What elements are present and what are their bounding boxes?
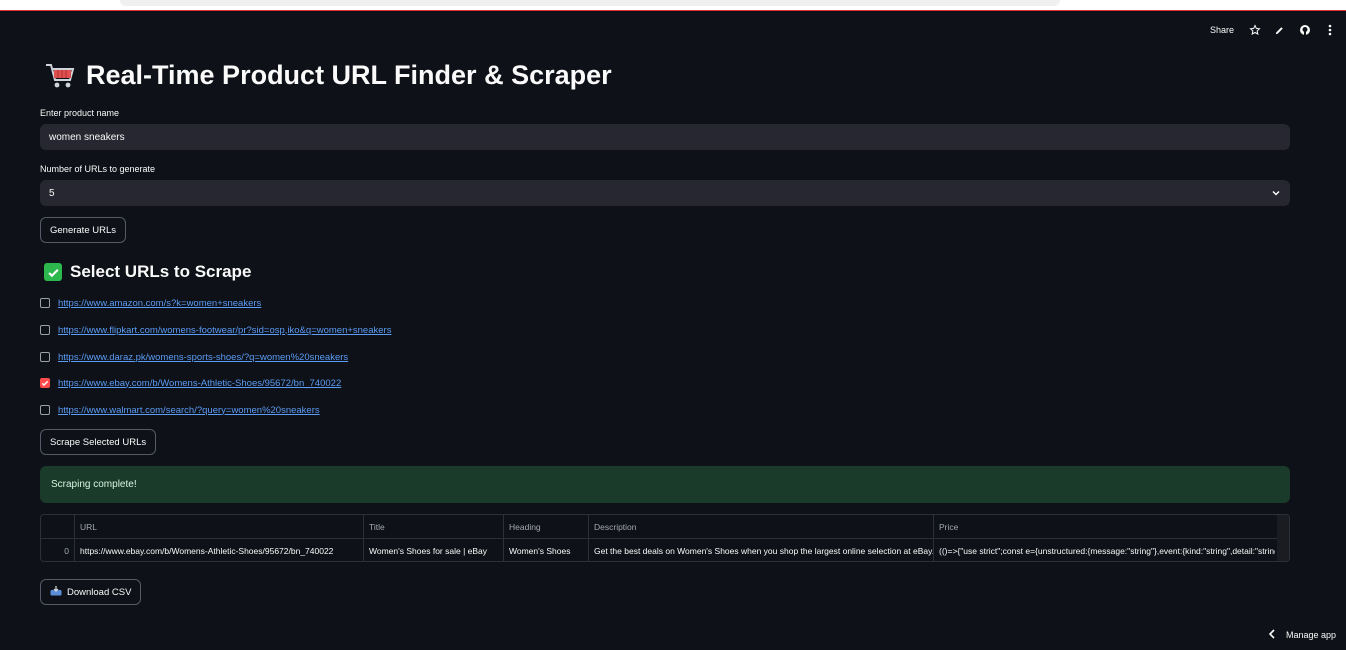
page-title: Real-Time Product URL Finder & Scraper (44, 60, 612, 91)
check-mark-icon (44, 263, 62, 281)
url-option-walmart[interactable]: https://www.walmart.com/search/?query=wo… (40, 403, 320, 417)
select-urls-heading: Select URLs to Scrape (44, 262, 251, 282)
top-toolbar: Share (1210, 22, 1336, 38)
url-link[interactable]: https://www.walmart.com/search/?query=wo… (58, 405, 320, 416)
url-checkbox-checked[interactable] (40, 378, 50, 388)
url-option-daraz[interactable]: https://www.daraz.pk/womens-sports-shoes… (40, 350, 348, 364)
column-header-description[interactable]: Description (589, 515, 934, 539)
url-count-label: Number of URLs to generate (40, 164, 156, 174)
browser-address-bar (120, 0, 1060, 6)
github-icon[interactable] (1298, 24, 1311, 37)
download-csv-button[interactable]: Download CSV (40, 579, 142, 605)
column-header-heading[interactable]: Heading (504, 515, 589, 539)
url-link[interactable]: https://www.daraz.pk/womens-sports-shoes… (58, 352, 348, 363)
url-count-select[interactable]: 5 (40, 180, 1290, 206)
checkmark-icon (41, 380, 49, 387)
url-link[interactable]: https://www.ebay.com/b/Womens-Athletic-S… (58, 378, 341, 389)
url-option-ebay[interactable]: https://www.ebay.com/b/Womens-Athletic-S… (40, 376, 341, 390)
url-checkbox[interactable] (40, 325, 50, 335)
product-name-input[interactable]: women sneakers (40, 124, 1290, 150)
table-row[interactable]: 0 https://www.ebay.com/b/Womens-Athletic… (41, 539, 1289, 561)
row-index: 0 (41, 539, 75, 561)
url-option-amazon[interactable]: https://www.amazon.com/s?k=women+sneaker… (40, 296, 261, 310)
url-option-flipkart[interactable]: https://www.flipkart.com/womens-footwear… (40, 323, 391, 337)
chevron-down-icon (1270, 187, 1282, 199)
share-button[interactable]: Share (1210, 25, 1234, 35)
cell-price[interactable]: (()=>{"use strict";const e={unstructured… (934, 539, 1275, 561)
manage-app-label: Manage app (1285, 630, 1336, 640)
scrape-selected-button[interactable]: Scrape Selected URLs (40, 429, 157, 455)
inbox-tray-icon (50, 585, 62, 599)
edit-pencil-icon[interactable] (1273, 24, 1286, 37)
url-checkbox[interactable] (40, 298, 50, 308)
url-checkbox[interactable] (40, 405, 50, 415)
select-urls-heading-text: Select URLs to Scrape (70, 262, 252, 281)
manage-app-button[interactable]: Manage app (1268, 629, 1336, 641)
url-link[interactable]: https://www.flipkart.com/womens-footwear… (58, 325, 391, 336)
url-checkbox[interactable] (40, 352, 50, 362)
browser-chrome-strip (0, 0, 1346, 11)
star-icon[interactable] (1248, 24, 1261, 37)
success-alert: Scraping complete! (40, 466, 1290, 503)
product-name-label: Enter product name (40, 108, 120, 118)
cell-url[interactable]: https://www.ebay.com/b/Womens-Athletic-S… (75, 539, 364, 561)
cell-title[interactable]: Women's Shoes for sale | eBay (364, 539, 504, 561)
more-options-icon[interactable] (1323, 24, 1336, 37)
download-csv-label: Download CSV (67, 586, 132, 598)
url-count-value: 5 (49, 187, 55, 199)
page-title-text: Real-Time Product URL Finder & Scraper (86, 60, 612, 90)
shopping-cart-icon (44, 62, 76, 90)
results-dataframe[interactable]: URL Title Heading Description Price 0 ht… (40, 514, 1290, 562)
column-header-index (41, 515, 75, 539)
column-header-price[interactable]: Price (934, 515, 1275, 539)
generate-urls-button[interactable]: Generate URLs (40, 217, 127, 243)
column-header-url[interactable]: URL (75, 515, 364, 539)
url-link[interactable]: https://www.amazon.com/s?k=women+sneaker… (58, 298, 261, 309)
column-header-title[interactable]: Title (364, 515, 504, 539)
chevron-left-icon (1268, 629, 1276, 641)
table-scrollbar[interactable] (1277, 515, 1289, 561)
table-header-row: URL Title Heading Description Price (41, 515, 1289, 539)
cell-heading[interactable]: Women's Shoes (504, 539, 589, 561)
cell-description[interactable]: Get the best deals on Women's Shoes when… (589, 539, 934, 561)
